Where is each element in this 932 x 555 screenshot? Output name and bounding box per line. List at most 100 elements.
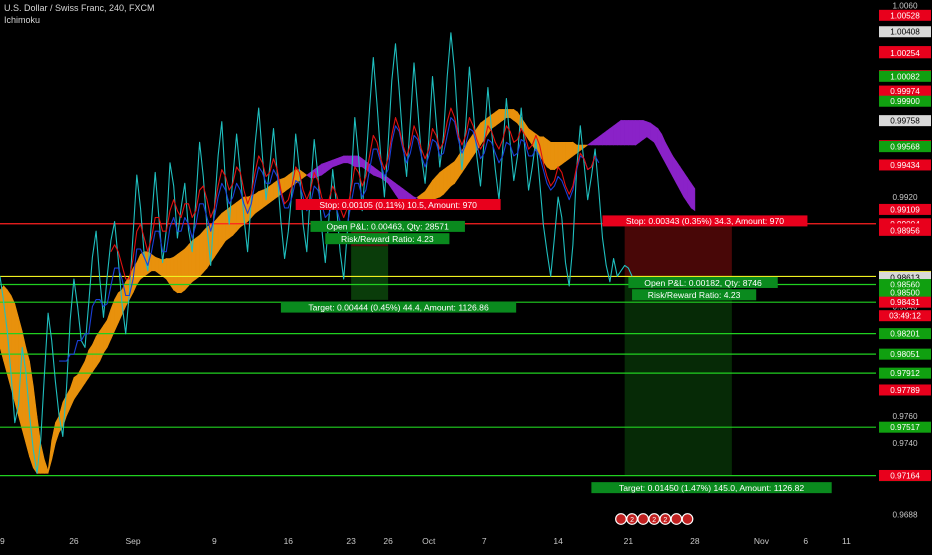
x-tick-label: 21 [624,536,634,546]
price-label: 0.98956 [890,226,920,235]
open-pnl-label-2: Open P&L: 0.00182, Qty: 8746 [644,278,762,288]
x-tick-label: 7 [482,536,487,546]
stop-label-2: Stop: 0.00343 (0.35%) 34.3, Amount: 970 [626,216,784,226]
x-tick-label: Nov [754,536,770,546]
cloud-segment [199,230,204,278]
cloud-segment [572,141,577,157]
x-tick-label: Sep [126,536,141,546]
cloud-segment [25,347,30,457]
price-label: 0.97912 [890,369,920,378]
cloud-segment [95,330,101,368]
cloud-segment [180,248,186,294]
cloud-segment [646,121,651,141]
event-flag-2-label: 2 [630,517,634,524]
cloud-segment [103,319,108,354]
cloud-segment [613,122,618,146]
stop-label-1: Stop: 0.00105 (0.11%) 10.5, Amount: 970 [319,200,477,210]
cloud-segment [284,174,289,193]
chart-root[interactable]: Stop: 0.00105 (0.11%) 10.5, Amount: 970 O… [0,0,932,550]
price-label: 1.00254 [890,49,920,58]
event-flag-3 [637,513,650,525]
cloud-segment [513,108,518,124]
price-label: 0.99568 [890,143,920,152]
cloud-segment [543,136,548,168]
event-flag-5-label: 2 [663,517,667,524]
price-label: 0.98051 [890,350,920,359]
cloud-segment [450,160,455,187]
cloud-segment [354,155,359,168]
x-tick-label: 26 [383,536,393,546]
cloud-segment [546,138,552,171]
cloud-segment [605,127,611,146]
cloud-segment [491,111,496,130]
price-label: 0.99434 [890,161,920,170]
short-position-1-target-zone [624,276,732,476]
cloud-segment [602,130,607,146]
price-label: 0.99900 [890,97,920,106]
cloud-segment [336,156,341,166]
cloud-segment [609,125,614,146]
x-tick-label: 28 [690,536,700,546]
cloud-segment [269,182,274,204]
price-label: 0.97164 [890,471,920,480]
event-flag-4-label: 2 [652,517,656,524]
cloud-segment [343,155,348,164]
price-label: 0.98201 [890,330,920,339]
x-tick-label: 26 [69,536,79,546]
rr-label-1: Risk/Reward Ratio: 4.23 [341,234,434,244]
cloud-segment [561,141,566,165]
cloud-segment [683,171,688,204]
y-tick-label: 1.0060 [892,1,917,10]
target-label-2: Target: 0.01450 (1.47%) 145.0, Amount: 1… [619,483,804,493]
y-tick-label: 0.9688 [892,510,917,519]
x-tick-label: 23 [346,536,356,546]
cloud-segment [635,120,640,146]
cloud-segment [565,141,570,163]
price-label: 03:49:12 [889,312,921,321]
y-tick-label: 0.9740 [892,439,917,448]
price-label: 1.00528 [890,11,920,20]
x-tick-label: 6 [803,536,808,546]
cloud-segment [347,155,352,165]
cloud-segment [217,212,223,253]
long-position-1-target-zone [351,246,389,300]
cloud-segment [631,120,637,146]
cloud-segment [14,303,19,416]
open-pnl-label-1: Open P&L: 0.00463, Qty: 28571 [327,222,450,232]
chart-title: U.S. Dollar / Swiss Franc, 240, FXCM [4,3,155,13]
cloud-segment [273,179,278,201]
cloud-segment [446,163,452,191]
cloud-segment [642,119,648,141]
cloud-segment [184,244,189,291]
cloud-segment [620,120,625,146]
cloud-segment [332,158,337,168]
cloud-segment [254,190,260,214]
cloud-segment [687,176,692,209]
cloud-segment [550,141,555,170]
x-tick-label: 16 [284,536,294,546]
cloud-segment [616,119,622,146]
cloud-segment [258,189,263,212]
cloud-segment [173,253,178,294]
price-label: 0.98431 [890,298,920,307]
event-flag-1 [615,513,627,525]
cloud-segment [202,226,208,273]
price-label: 0.99758 [890,117,920,126]
event-flag-7 [681,513,694,525]
price-label: 0.99109 [890,205,920,214]
price-label: 1.00408 [890,28,920,37]
price-label: 0.99974 [890,87,920,96]
cloud-segment [435,171,441,199]
cloud-segment [195,234,200,280]
cloud-segment [151,253,156,272]
cloud-segment [339,155,345,165]
cloud-segment [432,175,437,201]
rr-label-2: Risk/Reward Ratio: 4.23 [648,290,741,300]
cloud-segment [498,109,503,124]
price-label: 1.00082 [890,72,920,81]
cloud-segment [221,210,226,248]
y-tick-label: 0.9760 [892,412,917,421]
cloud-segment [650,122,655,143]
x-tick-label: 14 [553,536,563,546]
price-chart[interactable]: Stop: 0.00105 (0.11%) 10.5, Amount: 970 O… [0,0,932,550]
